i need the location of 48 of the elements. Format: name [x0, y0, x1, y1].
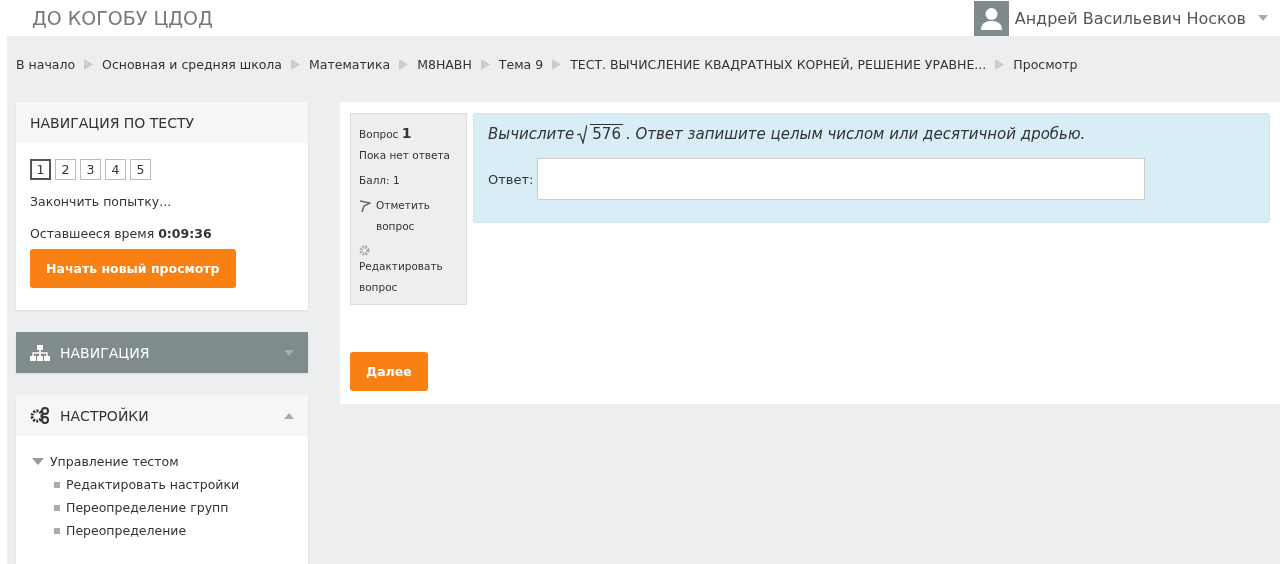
caret-icon: [1258, 15, 1268, 21]
question-status: Пока нет ответа: [359, 148, 451, 163]
question-number-button[interactable]: 2: [55, 159, 76, 180]
breadcrumb-link[interactable]: В начало: [16, 56, 76, 72]
question-number: Вопрос 1: [359, 124, 413, 143]
breadcrumb-link[interactable]: ТЕСТ. ВЫЧИСЛЕНИЕ КВАДРАТНЫХ КОРНЕЙ, РЕШЕНИЕ УРАВНЕ...: [570, 56, 987, 72]
block-header[interactable]: НАСТРОЙКИ: [16, 395, 308, 436]
tree-item[interactable]: Переопределение групп: [66, 500, 229, 515]
user-name[interactable]: Андрей Васильевич Носков: [1014, 8, 1246, 28]
block-title: НАВИГАЦИЯ ПО ТЕСТУ: [30, 114, 196, 131]
sitemap-icon: [30, 344, 50, 361]
flag-icon: [359, 200, 371, 213]
tree-item[interactable]: Редактировать настройки: [66, 477, 240, 492]
flag-question-link[interactable]: Отметить вопрос: [376, 195, 458, 237]
tree-item[interactable]: Управление тестом: [50, 454, 179, 469]
breadcrumb-link[interactable]: Тема 9: [498, 56, 544, 72]
separator-icon: [552, 58, 562, 70]
tree-item[interactable]: Переопределение: [66, 523, 187, 538]
separator-icon: [399, 58, 409, 70]
question-number-button[interactable]: 4: [105, 159, 126, 180]
breadcrumb-link[interactable]: Основная и средняя школа: [102, 56, 282, 72]
caret-icon: [284, 412, 294, 419]
question-grade: Балл: 1: [359, 173, 401, 188]
separator-icon: [480, 58, 490, 70]
breadcrumb-link[interactable]: Просмотр: [1013, 56, 1078, 72]
separator-icon: [84, 58, 94, 70]
time-remaining: Оставшееся время 0:09:36: [30, 226, 213, 241]
radical-sign-icon: [577, 124, 588, 144]
breadcrumb-link[interactable]: M8HABH: [417, 56, 472, 72]
answer-label: Ответ:: [488, 171, 534, 187]
finish-attempt-link[interactable]: Закончить попытку...: [30, 194, 294, 209]
answer-field[interactable]: [537, 158, 1146, 200]
separator-icon: [995, 58, 1005, 70]
question-text: Вычислите 576 . Ответ запишите целым числом или десятичной дробью.: [488, 124, 1087, 144]
bullet-icon: [54, 504, 60, 511]
breadcrumb-link[interactable]: Математика: [309, 56, 391, 72]
question-number-button[interactable]: 1: [30, 159, 51, 180]
bullet-icon: [54, 527, 60, 534]
gears-icon: [30, 407, 50, 424]
separator-icon: [291, 58, 300, 70]
caret-icon: [284, 349, 294, 356]
avatar-icon[interactable]: [973, 0, 1009, 36]
edit-question-link[interactable]: Редактировать вопрос: [359, 256, 458, 298]
site-name[interactable]: ДО КОГОБУ ЦДОД: [32, 7, 213, 29]
bullet-icon: [54, 481, 60, 488]
question-number-button[interactable]: 3: [80, 159, 101, 180]
question-number-button[interactable]: 5: [130, 159, 151, 180]
gear-icon: [359, 245, 370, 256]
